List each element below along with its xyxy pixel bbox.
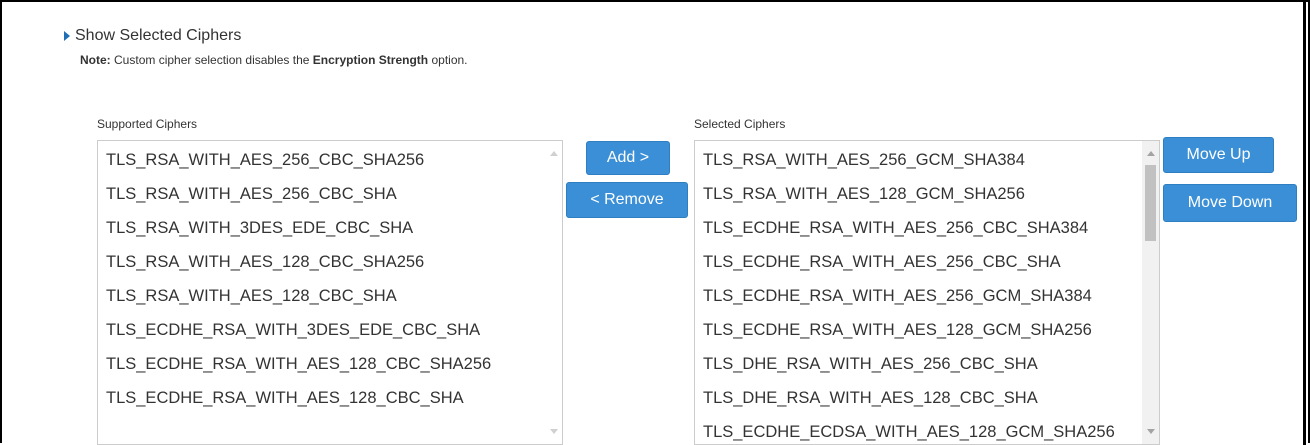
list-item[interactable]: TLS_ECDHE_RSA_WITH_3DES_EDE_CBC_SHA bbox=[98, 313, 562, 347]
scroll-down-arrow-icon[interactable] bbox=[1147, 429, 1155, 434]
toggle-label: Show Selected Ciphers bbox=[75, 27, 242, 44]
expand-arrow-icon bbox=[64, 31, 70, 41]
list-item[interactable]: TLS_ECDHE_RSA_WITH_AES_256_CBC_SHA bbox=[695, 245, 1159, 279]
list-item[interactable]: TLS_ECDHE_RSA_WITH_AES_256_GCM_SHA384 bbox=[695, 279, 1159, 313]
note-emphasis: Encryption Strength bbox=[312, 53, 429, 67]
list-item[interactable]: TLS_ECDHE_ECDSA_WITH_AES_128_GCM_SHA256 bbox=[695, 415, 1159, 444]
move-up-button[interactable]: Move Up bbox=[1163, 137, 1274, 173]
list-item[interactable]: TLS_ECDHE_RSA_WITH_AES_128_GCM_SHA256 bbox=[695, 313, 1159, 347]
list-item[interactable]: TLS_RSA_WITH_AES_256_CBC_SHA256 bbox=[98, 143, 562, 177]
scrollbar-thumb[interactable] bbox=[1145, 165, 1156, 241]
selected-list-scrollbar[interactable] bbox=[1142, 141, 1159, 444]
scroll-up-arrow-icon[interactable] bbox=[550, 151, 558, 156]
note-prefix: Note: bbox=[80, 53, 111, 67]
list-item[interactable]: TLS_DHE_RSA_WITH_AES_128_CBC_SHA bbox=[695, 381, 1159, 415]
move-down-button[interactable]: Move Down bbox=[1163, 184, 1297, 222]
selected-ciphers-label: Selected Ciphers bbox=[694, 117, 786, 131]
list-item[interactable]: TLS_RSA_WITH_3DES_EDE_CBC_SHA bbox=[98, 211, 562, 245]
scroll-up-arrow-icon[interactable] bbox=[1147, 151, 1155, 156]
list-item[interactable]: TLS_RSA_WITH_AES_128_GCM_SHA256 bbox=[695, 177, 1159, 211]
supported-list-scrollbar[interactable] bbox=[545, 141, 562, 444]
list-item[interactable]: TLS_ECDHE_RSA_WITH_AES_128_CBC_SHA256 bbox=[98, 347, 562, 381]
list-item[interactable]: TLS_RSA_WITH_AES_256_CBC_SHA bbox=[98, 177, 562, 211]
selected-ciphers-list[interactable]: TLS_RSA_WITH_AES_256_GCM_SHA384 TLS_RSA_… bbox=[694, 140, 1160, 445]
show-selected-ciphers-toggle[interactable]: Show Selected Ciphers bbox=[64, 27, 241, 45]
list-item[interactable]: TLS_RSA_WITH_AES_128_CBC_SHA bbox=[98, 279, 562, 313]
add-button[interactable]: Add > bbox=[586, 141, 670, 175]
list-item[interactable]: TLS_ECDHE_RSA_WITH_AES_128_CBC_SHA bbox=[98, 381, 562, 415]
note-body: Custom cipher selection disables the bbox=[114, 53, 310, 67]
remove-button[interactable]: < Remove bbox=[566, 182, 688, 218]
note-suffix: option. bbox=[431, 53, 468, 67]
list-item[interactable]: TLS_RSA_WITH_AES_128_CBC_SHA256 bbox=[98, 245, 562, 279]
note-text: Note: Custom cipher selection disables t… bbox=[80, 53, 468, 67]
list-item[interactable]: TLS_ECDHE_RSA_WITH_AES_256_CBC_SHA384 bbox=[695, 211, 1159, 245]
scroll-down-arrow-icon[interactable] bbox=[550, 429, 558, 434]
supported-ciphers-list[interactable]: TLS_RSA_WITH_AES_256_CBC_SHA256 TLS_RSA_… bbox=[97, 140, 563, 445]
list-item[interactable]: TLS_DHE_RSA_WITH_AES_256_CBC_SHA bbox=[695, 347, 1159, 381]
frame-border-right bbox=[1303, 0, 1306, 445]
list-item[interactable]: TLS_RSA_WITH_AES_256_GCM_SHA384 bbox=[695, 143, 1159, 177]
supported-ciphers-label: Supported Ciphers bbox=[97, 117, 198, 131]
